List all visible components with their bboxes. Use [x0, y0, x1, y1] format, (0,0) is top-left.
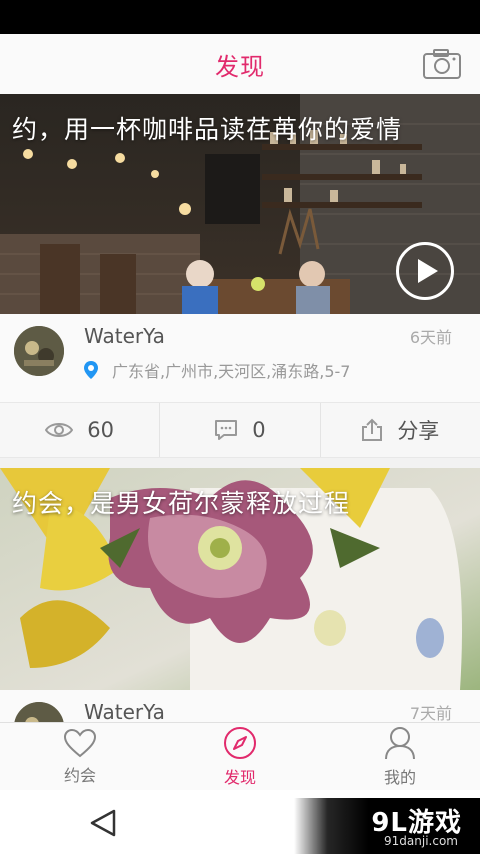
tab-label: 我的 — [383, 768, 416, 787]
post-author-row[interactable]: WaterYa 6天前 广东省,广州市,天河区,涌东路,5-7 — [0, 314, 480, 402]
post-location: 广东省,广州市,天河区,涌东路,5-7 — [84, 358, 350, 382]
post-time: 6天前 — [409, 328, 452, 347]
share-label: 分享 — [397, 419, 440, 443]
post-caption: 约，用一杯咖啡品读荏苒你的爱情 — [12, 115, 403, 144]
post-stats-row: 60 0 分享 — [0, 402, 480, 458]
status-bar — [0, 0, 480, 34]
tab-discover[interactable]: 发现 — [160, 723, 320, 791]
tab-label: 发现 — [223, 768, 256, 787]
back-icon[interactable] — [88, 808, 118, 838]
author-name[interactable]: WaterYa — [84, 324, 165, 348]
tab-dating[interactable]: 约会 — [0, 723, 160, 791]
eye-icon — [45, 423, 74, 437]
site-watermark: 9L游戏 91danji.com — [294, 798, 480, 854]
avatar[interactable] — [14, 326, 64, 376]
views-count: 60 — [87, 418, 115, 442]
post-caption: 约会，是男女荷尔蒙释放过程 — [12, 489, 351, 518]
post-time: 7天前 — [409, 704, 452, 722]
heart-icon — [63, 728, 97, 758]
tab-profile[interactable]: 我的 — [320, 723, 480, 791]
share-icon — [362, 418, 383, 441]
location-pin-icon — [84, 361, 98, 379]
watermark-url: 91danji.com — [384, 834, 458, 848]
avatar[interactable] — [14, 702, 64, 722]
page-title: 发现 — [215, 52, 265, 81]
post-author-row[interactable]: WaterYa 7天前 — [0, 690, 480, 722]
share-button[interactable]: 分享 — [321, 403, 480, 457]
top-app-bar: 发现 — [0, 34, 480, 95]
comment-icon — [215, 420, 238, 440]
views-stat: 60 — [0, 403, 161, 457]
bottom-tab-bar: 约会 发现 我的 — [0, 722, 480, 791]
comments-count: 0 — [252, 418, 266, 442]
author-name[interactable]: WaterYa — [84, 700, 165, 722]
discover-feed[interactable]: 约，用一杯咖啡品读荏苒你的爱情 WaterYa 6天前 广东省,广州市,天河区,… — [0, 94, 480, 722]
post-image[interactable]: 约会，是男女荷尔蒙释放过程 — [0, 468, 480, 690]
comments-button[interactable]: 0 — [160, 403, 321, 457]
play-icon — [418, 259, 438, 283]
camera-icon[interactable] — [422, 48, 462, 80]
person-icon — [385, 727, 415, 760]
compass-icon — [224, 727, 256, 759]
post-card[interactable]: 约，用一杯咖啡品读荏苒你的爱情 WaterYa 6天前 广东省,广州市,天河区,… — [0, 94, 480, 458]
play-video-button[interactable] — [396, 242, 454, 300]
post-card[interactable]: 约会，是男女荷尔蒙释放过程 WaterYa 7天前 — [0, 468, 480, 722]
tab-label: 约会 — [63, 766, 96, 785]
location-text: 广东省,广州市,天河区,涌东路,5-7 — [112, 362, 351, 381]
post-image[interactable]: 约，用一杯咖啡品读荏苒你的爱情 — [0, 94, 480, 314]
